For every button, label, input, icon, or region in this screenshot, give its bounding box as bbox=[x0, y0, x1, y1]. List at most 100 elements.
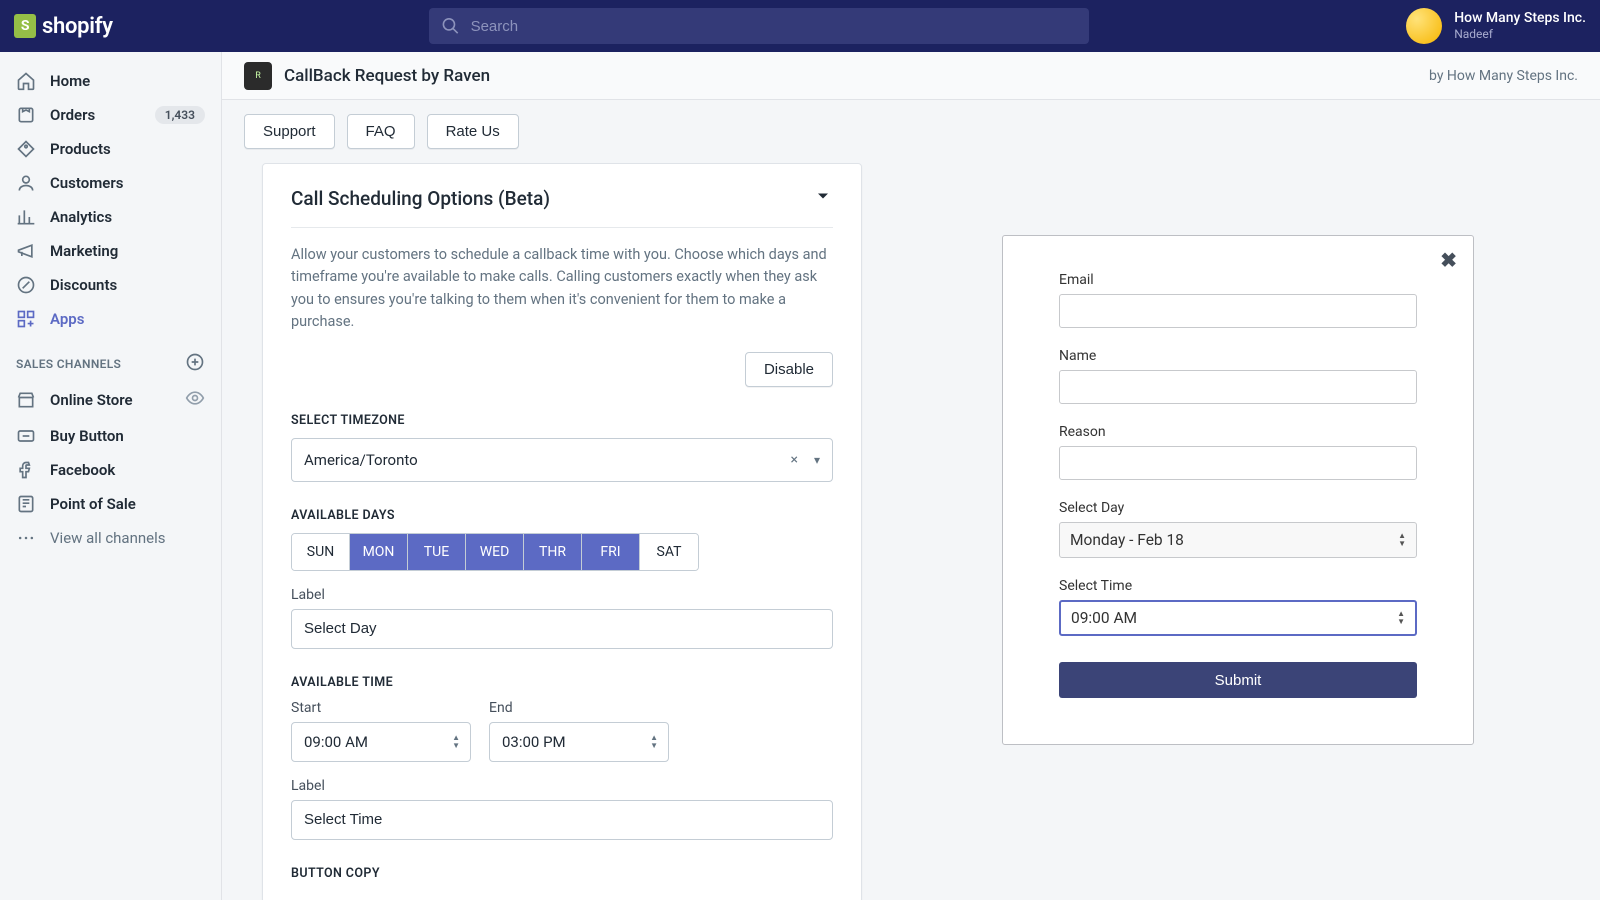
user-text: How Many Steps Inc. Nadeef bbox=[1454, 10, 1586, 41]
nav-pos[interactable]: Point of Sale bbox=[0, 487, 221, 521]
preview-email-input[interactable] bbox=[1059, 294, 1417, 328]
day-mon[interactable]: MON bbox=[350, 534, 408, 570]
sales-channels-label: SALES CHANNELS bbox=[16, 357, 121, 371]
nav-products-label: Products bbox=[50, 140, 111, 158]
support-button[interactable]: Support bbox=[244, 114, 335, 149]
app-header: R CallBack Request by Raven by How Many … bbox=[222, 52, 1600, 100]
dropdown-caret-icon: ▾ bbox=[814, 453, 820, 467]
preview-name-input[interactable] bbox=[1059, 370, 1417, 404]
brand-logo[interactable]: S shopify bbox=[14, 14, 113, 39]
orders-icon bbox=[16, 105, 36, 125]
nav-view-all-channels[interactable]: View all channels bbox=[0, 521, 221, 555]
preview-select-day-label: Select Day bbox=[1059, 500, 1417, 516]
nav-home-label: Home bbox=[50, 72, 90, 90]
nav-products[interactable]: Products bbox=[0, 132, 221, 166]
time-label-input[interactable] bbox=[291, 800, 833, 840]
sidebar: Home Orders 1,433 Products Customers Ana… bbox=[0, 52, 222, 900]
nav-online-store[interactable]: Online Store bbox=[0, 381, 221, 419]
nav-marketing[interactable]: Marketing bbox=[0, 234, 221, 268]
available-time-heading: AVAILABLE TIME bbox=[291, 675, 833, 690]
scheduling-card: Call Scheduling Options (Beta) Allow you… bbox=[262, 163, 862, 900]
card-header[interactable]: Call Scheduling Options (Beta) bbox=[291, 186, 833, 227]
nav-customers[interactable]: Customers bbox=[0, 166, 221, 200]
stepper-icon: ▲▼ bbox=[1398, 532, 1406, 548]
app-icon: R bbox=[244, 62, 272, 90]
nav-facebook[interactable]: Facebook bbox=[0, 453, 221, 487]
nav-apps[interactable]: Apps bbox=[0, 302, 221, 336]
nav-analytics-label: Analytics bbox=[50, 208, 112, 226]
nav-discounts[interactable]: Discounts bbox=[0, 268, 221, 302]
clear-icon[interactable]: × bbox=[791, 452, 798, 468]
rate-us-button[interactable]: Rate Us bbox=[427, 114, 519, 149]
day-sun[interactable]: SUN bbox=[292, 534, 350, 570]
card-description: Allow your customers to schedule a callb… bbox=[291, 244, 833, 334]
account-menu[interactable]: How Many Steps Inc. Nadeef bbox=[1406, 8, 1586, 44]
eye-icon[interactable] bbox=[185, 388, 205, 412]
stepper-icon: ▲▼ bbox=[452, 734, 460, 750]
disable-button[interactable]: Disable bbox=[745, 352, 833, 387]
preview-email-label: Email bbox=[1059, 272, 1417, 288]
search-icon bbox=[441, 16, 460, 36]
day-fri[interactable]: FRI bbox=[582, 534, 640, 570]
user-name: Nadeef bbox=[1454, 27, 1586, 41]
nav-buy-button-label: Buy Button bbox=[50, 427, 124, 445]
day-label-input[interactable] bbox=[291, 609, 833, 649]
brand-name: shopify bbox=[42, 14, 113, 39]
nav-discounts-label: Discounts bbox=[50, 276, 117, 294]
nav-online-store-label: Online Store bbox=[50, 391, 133, 409]
time-range-row: Start 09:00 AM ▲▼ End 03:00 PM ▲▼ bbox=[291, 700, 833, 762]
day-selector: SUN MON TUE WED THR FRI SAT bbox=[291, 533, 699, 571]
company-name: How Many Steps Inc. bbox=[1454, 10, 1586, 27]
day-thr[interactable]: THR bbox=[524, 534, 582, 570]
day-sat[interactable]: SAT bbox=[640, 534, 698, 570]
preview-name-label: Name bbox=[1059, 348, 1417, 364]
preview-select-day-value: Monday - Feb 18 bbox=[1070, 531, 1184, 549]
start-label: Start bbox=[291, 700, 471, 716]
home-icon bbox=[16, 71, 36, 91]
end-label: End bbox=[489, 700, 669, 716]
nav-home[interactable]: Home bbox=[0, 64, 221, 98]
day-wed[interactable]: WED bbox=[466, 534, 524, 570]
avatar bbox=[1406, 8, 1442, 44]
preview-select-time[interactable]: 09:00 AM ▲▼ bbox=[1059, 600, 1417, 636]
search-input[interactable] bbox=[471, 18, 1078, 35]
nav-apps-label: Apps bbox=[50, 310, 84, 328]
dots-icon bbox=[16, 528, 36, 548]
preview-select-day[interactable]: Monday - Feb 18 ▲▼ bbox=[1059, 522, 1417, 558]
nav-buy-button[interactable]: Buy Button bbox=[0, 419, 221, 453]
nav-pos-label: Point of Sale bbox=[50, 495, 136, 513]
app-byline: by How Many Steps Inc. bbox=[1429, 68, 1578, 84]
nav-marketing-label: Marketing bbox=[50, 242, 118, 260]
nav-orders[interactable]: Orders 1,433 bbox=[0, 98, 221, 132]
global-search[interactable] bbox=[429, 8, 1089, 44]
nav-customers-label: Customers bbox=[50, 174, 123, 192]
timezone-select[interactable]: America/Toronto × ▾ bbox=[291, 438, 833, 482]
products-icon bbox=[16, 139, 36, 159]
faq-button[interactable]: FAQ bbox=[347, 114, 415, 149]
apps-icon bbox=[16, 309, 36, 329]
online-store-icon bbox=[16, 390, 36, 410]
orders-count-badge: 1,433 bbox=[155, 106, 205, 124]
day-label-heading: Label bbox=[291, 587, 833, 603]
sales-channels-heading: SALES CHANNELS bbox=[0, 336, 221, 381]
preview-reason-input[interactable] bbox=[1059, 446, 1417, 480]
discounts-icon bbox=[16, 275, 36, 295]
close-icon[interactable]: ✖ bbox=[1440, 248, 1457, 272]
facebook-icon bbox=[16, 460, 36, 480]
customers-icon bbox=[16, 173, 36, 193]
time-label-heading: Label bbox=[291, 778, 833, 794]
add-channel-button[interactable] bbox=[185, 352, 205, 375]
card-title: Call Scheduling Options (Beta) bbox=[291, 187, 550, 210]
topbar: S shopify How Many Steps Inc. Nadeef bbox=[0, 0, 1600, 52]
day-tue[interactable]: TUE bbox=[408, 534, 466, 570]
preview-submit-button[interactable]: Submit bbox=[1059, 662, 1417, 698]
available-days-heading: AVAILABLE DAYS bbox=[291, 508, 833, 523]
nav-analytics[interactable]: Analytics bbox=[0, 200, 221, 234]
marketing-icon bbox=[16, 241, 36, 261]
stepper-icon: ▲▼ bbox=[650, 734, 658, 750]
nav-facebook-label: Facebook bbox=[50, 461, 115, 479]
start-time-value: 09:00 AM bbox=[304, 733, 368, 751]
end-time-select[interactable]: 03:00 PM ▲▼ bbox=[489, 722, 669, 762]
start-time-select[interactable]: 09:00 AM ▲▼ bbox=[291, 722, 471, 762]
stepper-icon: ▲▼ bbox=[1397, 610, 1405, 626]
